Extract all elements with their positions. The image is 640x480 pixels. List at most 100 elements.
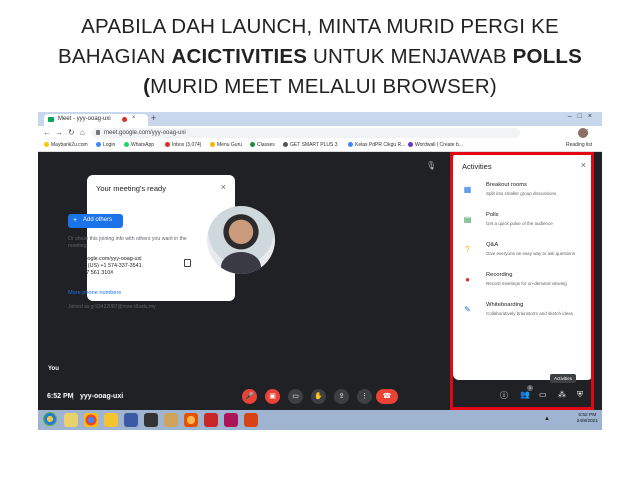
firefox-icon[interactable] bbox=[184, 413, 198, 427]
bookmark-item[interactable]: Inbox (3,074) bbox=[165, 142, 201, 148]
bookmark-item[interactable]: GET SMART PLUS 3 bbox=[283, 142, 338, 148]
powerpoint-icon[interactable] bbox=[244, 413, 258, 427]
more-phone-numbers-link[interactable]: More phone numbers bbox=[68, 290, 121, 296]
present-button[interactable]: ⇪ bbox=[334, 389, 349, 404]
meeting-details-icon[interactable]: ⓘ bbox=[500, 390, 508, 401]
end-call-button[interactable]: ☎ bbox=[376, 389, 398, 404]
reading-list[interactable]: Reading list bbox=[566, 142, 592, 148]
bookmark-label: WhatsApp bbox=[131, 142, 155, 148]
reading-list-label: Reading list bbox=[566, 142, 593, 148]
title-part: BAHAGIAN bbox=[57, 45, 172, 68]
recording-dot-icon bbox=[122, 117, 127, 122]
people-icon[interactable]: 👥 bbox=[520, 390, 530, 399]
new-tab-button[interactable]: + bbox=[151, 113, 156, 123]
activity-name: Q&A bbox=[486, 242, 499, 248]
activity-polls[interactable]: ▤ Polls Get a quick pulse of the audienc… bbox=[458, 210, 588, 236]
activity-breakout-rooms[interactable]: ▦ Breakout rooms Split into smaller grou… bbox=[458, 180, 588, 206]
windows-taskbar: ▲ 6:52 PM 24/8/2021 bbox=[38, 410, 602, 430]
browser-toolbar: ← → ↻ ⌂ meet.google.com/yyy-ooag-uxi ⋮ bbox=[38, 126, 602, 140]
bookmark-item[interactable]: WhatsApp bbox=[124, 142, 154, 148]
media-icon[interactable] bbox=[144, 413, 158, 427]
menu-icon[interactable]: ⋮ bbox=[584, 128, 596, 136]
tab-meet[interactable]: Meet - yyy-ooag-uxi × bbox=[44, 114, 148, 126]
tab-bar: Meet - yyy-ooag-uxi × + –□× bbox=[38, 112, 602, 126]
copy-icon[interactable] bbox=[184, 259, 191, 267]
taskbar-date: 24/8/2021 bbox=[576, 419, 598, 424]
panel-title: Activities bbox=[462, 162, 492, 171]
address-bar[interactable]: meet.google.com/yyy-ooag-uxi bbox=[92, 128, 520, 138]
activity-name: Recording bbox=[486, 272, 513, 278]
mic-off-icon: 🎙 bbox=[426, 161, 437, 170]
captions-button[interactable]: ▭ bbox=[288, 389, 303, 404]
activity-desc: Record meetings for on-demand viewing bbox=[486, 281, 567, 286]
activity-desc: Split into smaller group discussions bbox=[486, 191, 557, 196]
panel-close-icon[interactable]: × bbox=[581, 160, 586, 170]
pin-label: PIN: bbox=[68, 270, 79, 276]
mic-toggle-button[interactable]: 🎤 bbox=[242, 389, 257, 404]
activity-name: Polls bbox=[486, 212, 499, 218]
app-icon[interactable] bbox=[204, 413, 218, 427]
screenshot: Meet - yyy-ooag-uxi × + –□× ← → ↻ ⌂ meet… bbox=[38, 112, 602, 430]
add-others-label: Add others bbox=[83, 217, 113, 223]
add-others-button[interactable]: + Add others bbox=[68, 214, 123, 228]
app-icon[interactable] bbox=[124, 413, 138, 427]
pin-number: 717 561 310# bbox=[80, 270, 114, 276]
bookmark-item[interactable]: Menu Guru bbox=[210, 142, 242, 148]
chrome-icon[interactable] bbox=[84, 413, 98, 427]
host-controls-icon[interactable]: ⛨ bbox=[577, 390, 583, 400]
activities-tooltip: Activities bbox=[550, 374, 576, 383]
folder-icon[interactable] bbox=[104, 413, 118, 427]
app-icon[interactable] bbox=[164, 413, 178, 427]
breakout-rooms-icon: ▦ bbox=[463, 185, 472, 194]
activity-name: Breakout rooms bbox=[486, 182, 527, 188]
card-close-icon[interactable]: × bbox=[221, 182, 226, 192]
share-info-text: Or share this joining info with others y… bbox=[68, 236, 187, 249]
activity-whiteboarding[interactable]: ✎ Whiteboarding Collaboratively brainsto… bbox=[458, 300, 588, 326]
title-line-2: BAHAGIAN ACICTIVITIES UNTUK MENJAWAB POL… bbox=[0, 42, 640, 72]
bookmark-item[interactable]: Classes bbox=[250, 142, 275, 148]
participant-video-tile bbox=[207, 206, 275, 274]
bookmark-label: Inbox (3,074) bbox=[172, 142, 202, 148]
polls-icon: ▤ bbox=[463, 215, 472, 224]
meeting-time: 6:52 PM bbox=[47, 393, 74, 400]
chat-icon[interactable]: ▭ bbox=[539, 390, 547, 399]
back-icon[interactable]: ← bbox=[43, 128, 51, 137]
bookmark-item[interactable]: Kelas PdPR Cikgu R... bbox=[348, 142, 405, 148]
recording-icon: ● bbox=[465, 275, 470, 284]
meet-favicon-icon bbox=[48, 117, 54, 122]
raise-hand-button[interactable]: ✋ bbox=[311, 389, 326, 404]
bookmark-label: Menu Guru bbox=[217, 142, 243, 148]
bookmark-label: Kelas PdPR Cikgu R... bbox=[355, 142, 406, 148]
activity-qa[interactable]: ? Q&A Give everyone an easy way to ask q… bbox=[458, 240, 588, 266]
slide: APABILA DAH LAUNCH, MINTA MURID PERGI KE… bbox=[0, 0, 640, 480]
tab-title: Meet - yyy-ooag-uxi bbox=[58, 116, 111, 122]
window-controls[interactable]: –□× bbox=[568, 113, 598, 120]
bookmark-item[interactable]: Maybank2u.com bbox=[44, 142, 88, 148]
question-icon: ? bbox=[465, 245, 470, 254]
tab-close-icon[interactable]: × bbox=[132, 115, 136, 121]
title-part: UNTUK MENJAWAB bbox=[307, 45, 513, 68]
app-icon[interactable] bbox=[224, 413, 238, 427]
tray-network-icon[interactable]: ▲ bbox=[544, 416, 550, 422]
explorer-icon[interactable] bbox=[64, 413, 78, 427]
camera-toggle-button[interactable]: ▣ bbox=[265, 389, 280, 404]
separator: | bbox=[72, 393, 74, 400]
more-options-button[interactable]: ⋮ bbox=[357, 389, 372, 404]
person-add-icon: + bbox=[73, 217, 78, 224]
joining-info: meet.google.com/yyy-ooag-uxi Dial-in: (U… bbox=[68, 256, 142, 277]
dial-in-number: (US) +1 574-337-3541 bbox=[87, 263, 142, 269]
participants-badge: 1 bbox=[527, 385, 533, 391]
meet-control-bar: 6:52 PM | yyy-ooag-uxi 🎤 ▣ ▭ ✋ ⇪ ⋮ ☎ ⓘ 👥… bbox=[38, 384, 602, 410]
bookmark-item[interactable]: Login bbox=[96, 142, 115, 148]
bookmark-item[interactable]: Wordwall | Create b... bbox=[408, 142, 463, 148]
home-icon[interactable]: ⌂ bbox=[80, 128, 85, 137]
title-line-1: APABILA DAH LAUNCH, MINTA MURID PERGI KE bbox=[81, 15, 559, 38]
start-icon[interactable] bbox=[43, 412, 57, 426]
slide-title: APABILA DAH LAUNCH, MINTA MURID PERGI KE… bbox=[0, 12, 640, 102]
system-clock[interactable]: 6:52 PM 24/8/2021 bbox=[577, 413, 598, 425]
activity-recording[interactable]: ● Recording Record meetings for on-deman… bbox=[458, 270, 588, 296]
activities-icon[interactable]: ⁂ bbox=[558, 390, 566, 399]
forward-icon[interactable]: → bbox=[55, 128, 63, 137]
reload-icon[interactable]: ↻ bbox=[68, 128, 75, 137]
bookmark-label: GET SMART PLUS 3 bbox=[290, 142, 338, 148]
